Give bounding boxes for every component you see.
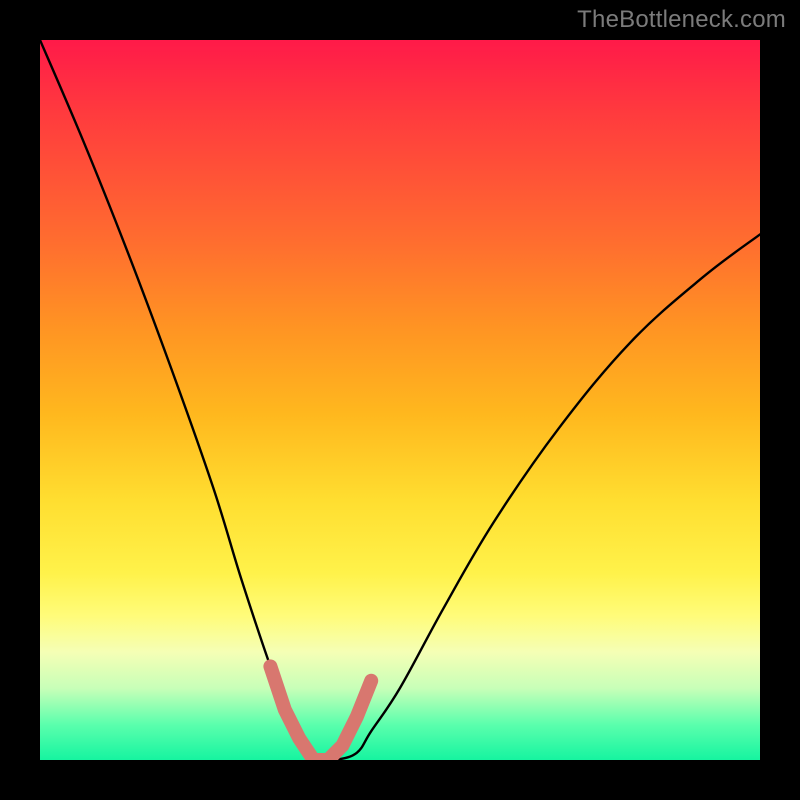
plot-area <box>40 40 760 760</box>
bottleneck-curve <box>40 40 760 760</box>
curve-svg <box>40 40 760 760</box>
trough-highlight <box>270 666 371 760</box>
watermark-text: TheBottleneck.com <box>577 6 786 34</box>
chart-frame: TheBottleneck.com <box>0 0 800 800</box>
